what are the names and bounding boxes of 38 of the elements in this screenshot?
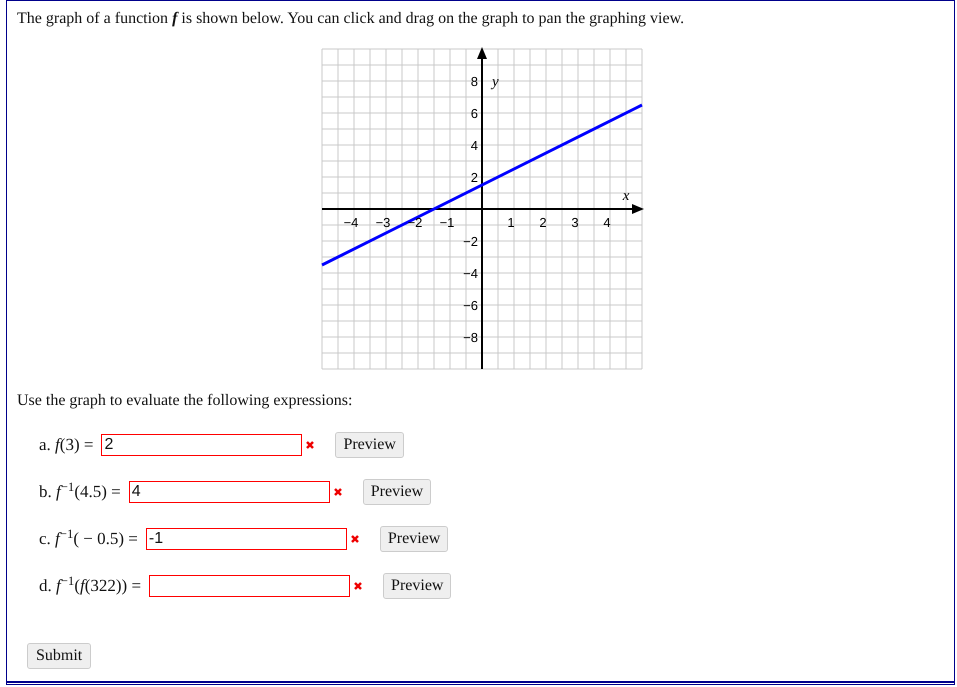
x-tick-label: 1 bbox=[507, 215, 515, 230]
x-tick-label: −1 bbox=[440, 215, 454, 230]
error-x-icon bbox=[350, 535, 359, 543]
y-tick-label: 6 bbox=[470, 106, 478, 121]
y-tick-label: 2 bbox=[470, 170, 478, 185]
answer-field[interactable] bbox=[149, 575, 350, 597]
x-tick-label: 4 bbox=[603, 215, 611, 230]
x-tick-label: 3 bbox=[571, 215, 579, 230]
y-tick-label: −2 bbox=[463, 234, 478, 249]
preview-button[interactable]: Preview bbox=[383, 573, 452, 599]
x-tick-label: −3 bbox=[376, 215, 390, 230]
x-tick-label: −4 bbox=[344, 215, 358, 230]
x-tick-label: 2 bbox=[539, 215, 547, 230]
y-tick-label: 8 bbox=[470, 74, 478, 89]
answer-field[interactable]: 4 bbox=[128, 481, 330, 503]
question-label: c. f$^{−1}$( − 0.5) = bbox=[39, 526, 138, 550]
y-tick-label: −6 bbox=[463, 298, 478, 313]
y-axis-label: y bbox=[492, 74, 499, 90]
answer-field[interactable]: -1 bbox=[146, 528, 347, 550]
question-label: b. f$^{−1}$(4.5) = bbox=[39, 479, 121, 504]
error-x-icon bbox=[354, 582, 362, 590]
error-x-icon bbox=[306, 441, 314, 449]
question-label: d. f$^{−1}$(f(322)) = bbox=[39, 573, 142, 598]
x-axis-label: x bbox=[622, 188, 630, 204]
answer-field[interactable]: 2 bbox=[101, 434, 302, 456]
error-x-icon bbox=[334, 488, 342, 496]
instructions-text: Use the graph to evaluate the following expressions: bbox=[17, 391, 354, 411]
preview-button[interactable]: Preview bbox=[362, 479, 432, 505]
function-graph[interactable]: −4 −3 −2 −1 1 2 3 4 −8 −6 −4 −2 2 4 6 8 x y bbox=[316, 45, 650, 373]
preview-button[interactable]: Preview bbox=[335, 432, 404, 458]
question-label: a. f(3) = bbox=[39, 434, 94, 456]
preview-button[interactable]: Preview bbox=[380, 526, 448, 552]
x-tick-label: −2 bbox=[408, 215, 422, 230]
submit-button[interactable]: Submit bbox=[27, 643, 92, 669]
y-tick-label: −4 bbox=[463, 266, 478, 281]
intro-text: The graph of a function f is shown below. You can click and drag on the graph to pan the graphing view. bbox=[17, 9, 686, 29]
y-tick-label: 4 bbox=[470, 138, 478, 153]
y-tick-label: −8 bbox=[463, 330, 478, 345]
